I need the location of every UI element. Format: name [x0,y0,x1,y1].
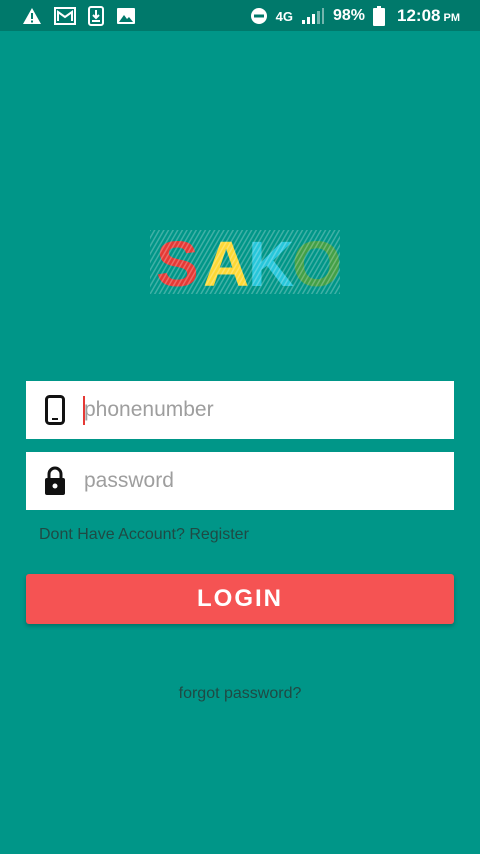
password-input[interactable] [84,461,454,501]
image-icon [116,7,136,25]
lock-icon [26,452,84,510]
warning-icon [22,7,42,25]
login-button[interactable]: LOGIN [26,574,454,624]
phone-input[interactable] [84,390,454,430]
forgot-password-link[interactable]: forgot password? [0,685,480,703]
do-not-disturb-icon [250,7,268,25]
battery-percent: 98% [332,7,366,24]
status-bar: 4G 98% 12:08 PM [0,0,480,31]
gmail-icon [54,7,76,25]
download-icon [88,6,104,26]
signal-icon [301,7,325,25]
network-type: 4G [275,8,293,24]
system-icons: 4G 98% 12:08 PM [250,5,460,27]
phone-field[interactable] [26,381,454,439]
register-link[interactable]: Dont Have Account? Register [39,526,249,544]
battery-icon [373,6,386,26]
clock: 12:08 PM [397,6,460,26]
notification-icons [22,5,136,27]
app-logo: S A K O [0,222,480,302]
clock-ampm: PM [443,12,461,24]
clock-time: 12:08 [397,6,441,25]
text-cursor [83,396,85,425]
phone-icon [26,381,84,439]
password-field[interactable] [26,452,454,510]
